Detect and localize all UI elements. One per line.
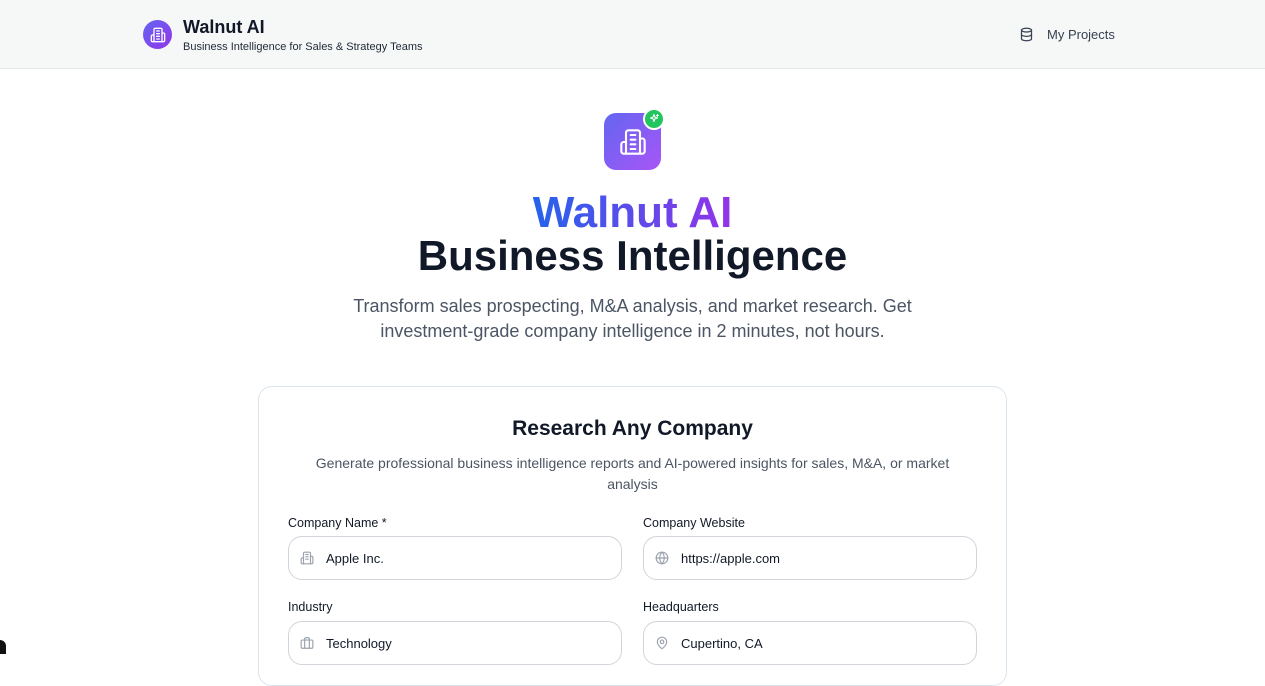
company-website-value: https://apple.com bbox=[681, 550, 780, 566]
database-icon bbox=[1020, 27, 1033, 41]
hero-description: Transform sales prospecting, M&A analysi… bbox=[353, 296, 912, 341]
form-title: Research Any Company bbox=[512, 417, 753, 440]
company-name-input[interactable]: Apple Inc. bbox=[288, 536, 622, 580]
my-projects-label: My Projects bbox=[1047, 26, 1115, 42]
hero-title: Business Intelligence bbox=[417, 232, 848, 279]
headquarters-label: Headquarters bbox=[643, 600, 719, 614]
building-icon bbox=[150, 27, 165, 42]
window-corner bbox=[0, 640, 6, 654]
industry-input[interactable]: Technology bbox=[288, 621, 622, 665]
headquarters-value: Cupertino, CA bbox=[681, 635, 763, 651]
hero-title-brand: Walnut AI bbox=[0, 189, 1265, 237]
company-name-label: Company Name * bbox=[288, 516, 387, 530]
top-navigation-bar: Walnut AI Business Intelligence for Sale… bbox=[0, 0, 1265, 69]
company-website-label: Company Website bbox=[643, 516, 745, 530]
company-website-input[interactable]: https://apple.com bbox=[643, 536, 977, 580]
map-pin-icon bbox=[654, 636, 669, 651]
research-form-card: Research Any Company Generate profession… bbox=[258, 386, 1007, 686]
building-icon bbox=[619, 128, 646, 155]
ai-badge bbox=[643, 108, 665, 130]
form-description: Generate professional business intellige… bbox=[315, 455, 950, 492]
globe-icon bbox=[654, 551, 669, 566]
building-icon bbox=[299, 551, 314, 566]
sparkle-icon bbox=[649, 113, 660, 123]
brand-logo[interactable] bbox=[143, 20, 172, 49]
company-name-value: Apple Inc. bbox=[326, 550, 384, 566]
briefcase-icon bbox=[299, 636, 314, 651]
my-projects-link[interactable]: My Projects bbox=[1019, 25, 1115, 43]
headquarters-input[interactable]: Cupertino, CA bbox=[643, 621, 977, 665]
hero-title-brand-text: Walnut AI bbox=[532, 188, 733, 237]
app-tagline: Business Intelligence for Sales & Strate… bbox=[183, 41, 423, 53]
industry-value: Technology bbox=[326, 635, 392, 651]
industry-label: Industry bbox=[288, 600, 333, 614]
app-name[interactable]: Walnut AI bbox=[183, 17, 265, 38]
